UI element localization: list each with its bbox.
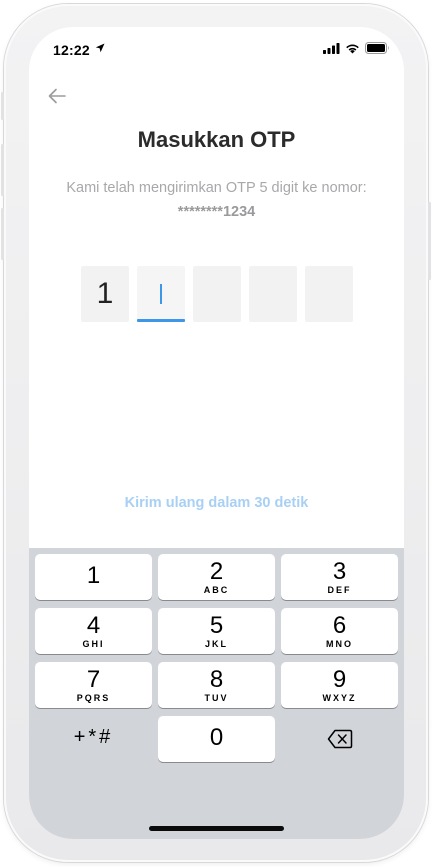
key-letters: JKL [204, 639, 228, 649]
key-0[interactable]: 0 [158, 716, 275, 762]
key-number: 0 [209, 724, 224, 751]
power-button [428, 202, 431, 280]
numeric-keypad: 1 2 ABC 3 DEF 4 GHI 5 JKL 6 MNO 7 PQRS 8… [29, 548, 404, 839]
delete-key[interactable] [281, 716, 398, 762]
key-1[interactable]: 1 [35, 554, 152, 600]
key-number: 9 [332, 666, 347, 693]
key-letters: ABC [203, 585, 230, 595]
key-number: 1 [86, 562, 101, 589]
key-3[interactable]: 3 DEF [281, 554, 398, 600]
status-time: 12:22 [53, 42, 90, 58]
key-4[interactable]: 4 GHI [35, 608, 152, 654]
key-number: 3 [332, 558, 347, 585]
otp-digit-4[interactable] [249, 266, 297, 322]
otp-digit-value: 1 [96, 277, 114, 310]
cellular-signal-icon [323, 42, 340, 54]
key-7[interactable]: 7 PQRS [35, 662, 152, 708]
page-title: Masukkan OTP [137, 127, 296, 152]
volume-up-button [1, 144, 4, 196]
symbols-label: +*# [73, 726, 114, 748]
key-8[interactable]: 8 TUV [158, 662, 275, 708]
key-letters: TUV [204, 693, 229, 703]
key-number: 4 [86, 612, 101, 639]
otp-instructions: Kami telah mengirimkan OTP 5 digit ke no… [66, 180, 367, 196]
arrow-left-icon[interactable] [46, 85, 68, 107]
otp-digit-2[interactable] [137, 266, 185, 322]
masked-phone-number: ********1234 [177, 204, 256, 220]
key-letters: MNO [326, 639, 353, 649]
key-2[interactable]: 2 ABC [158, 554, 275, 600]
key-number: 2 [209, 558, 224, 585]
battery-icon [365, 42, 389, 54]
location-arrow-icon [95, 43, 105, 53]
key-letters: DEF [327, 585, 352, 595]
key-letters: WXYZ [322, 693, 357, 703]
otp-digit-3[interactable] [193, 266, 241, 322]
status-bar: 12:22 [29, 27, 404, 71]
home-indicator[interactable] [149, 826, 284, 831]
key-number: 8 [209, 666, 224, 693]
key-number: 6 [332, 612, 347, 639]
key-number: 7 [86, 666, 101, 693]
symbols-key[interactable]: +*# [35, 716, 152, 762]
resend-countdown: Kirim ulang dalam 30 detik [124, 495, 309, 511]
key-9[interactable]: 9 WXYZ [281, 662, 398, 708]
volume-down-button [1, 208, 4, 260]
key-letters: GHI [82, 639, 105, 649]
backspace-icon [327, 729, 352, 749]
key-6[interactable]: 6 MNO [281, 608, 398, 654]
otp-digit-1[interactable]: 1 [81, 266, 129, 322]
wifi-icon [346, 44, 359, 53]
status-icons [323, 42, 390, 54]
key-number: 5 [209, 612, 224, 639]
text-cursor [160, 284, 162, 304]
mute-switch [1, 92, 4, 120]
otp-input-group: 1 [81, 266, 353, 322]
otp-digit-5[interactable] [305, 266, 353, 322]
key-5[interactable]: 5 JKL [158, 608, 275, 654]
phone-screen: 12:22 Masukkan OTP Kami telah mengirimka… [29, 27, 404, 839]
key-letters: PQRS [76, 693, 111, 703]
